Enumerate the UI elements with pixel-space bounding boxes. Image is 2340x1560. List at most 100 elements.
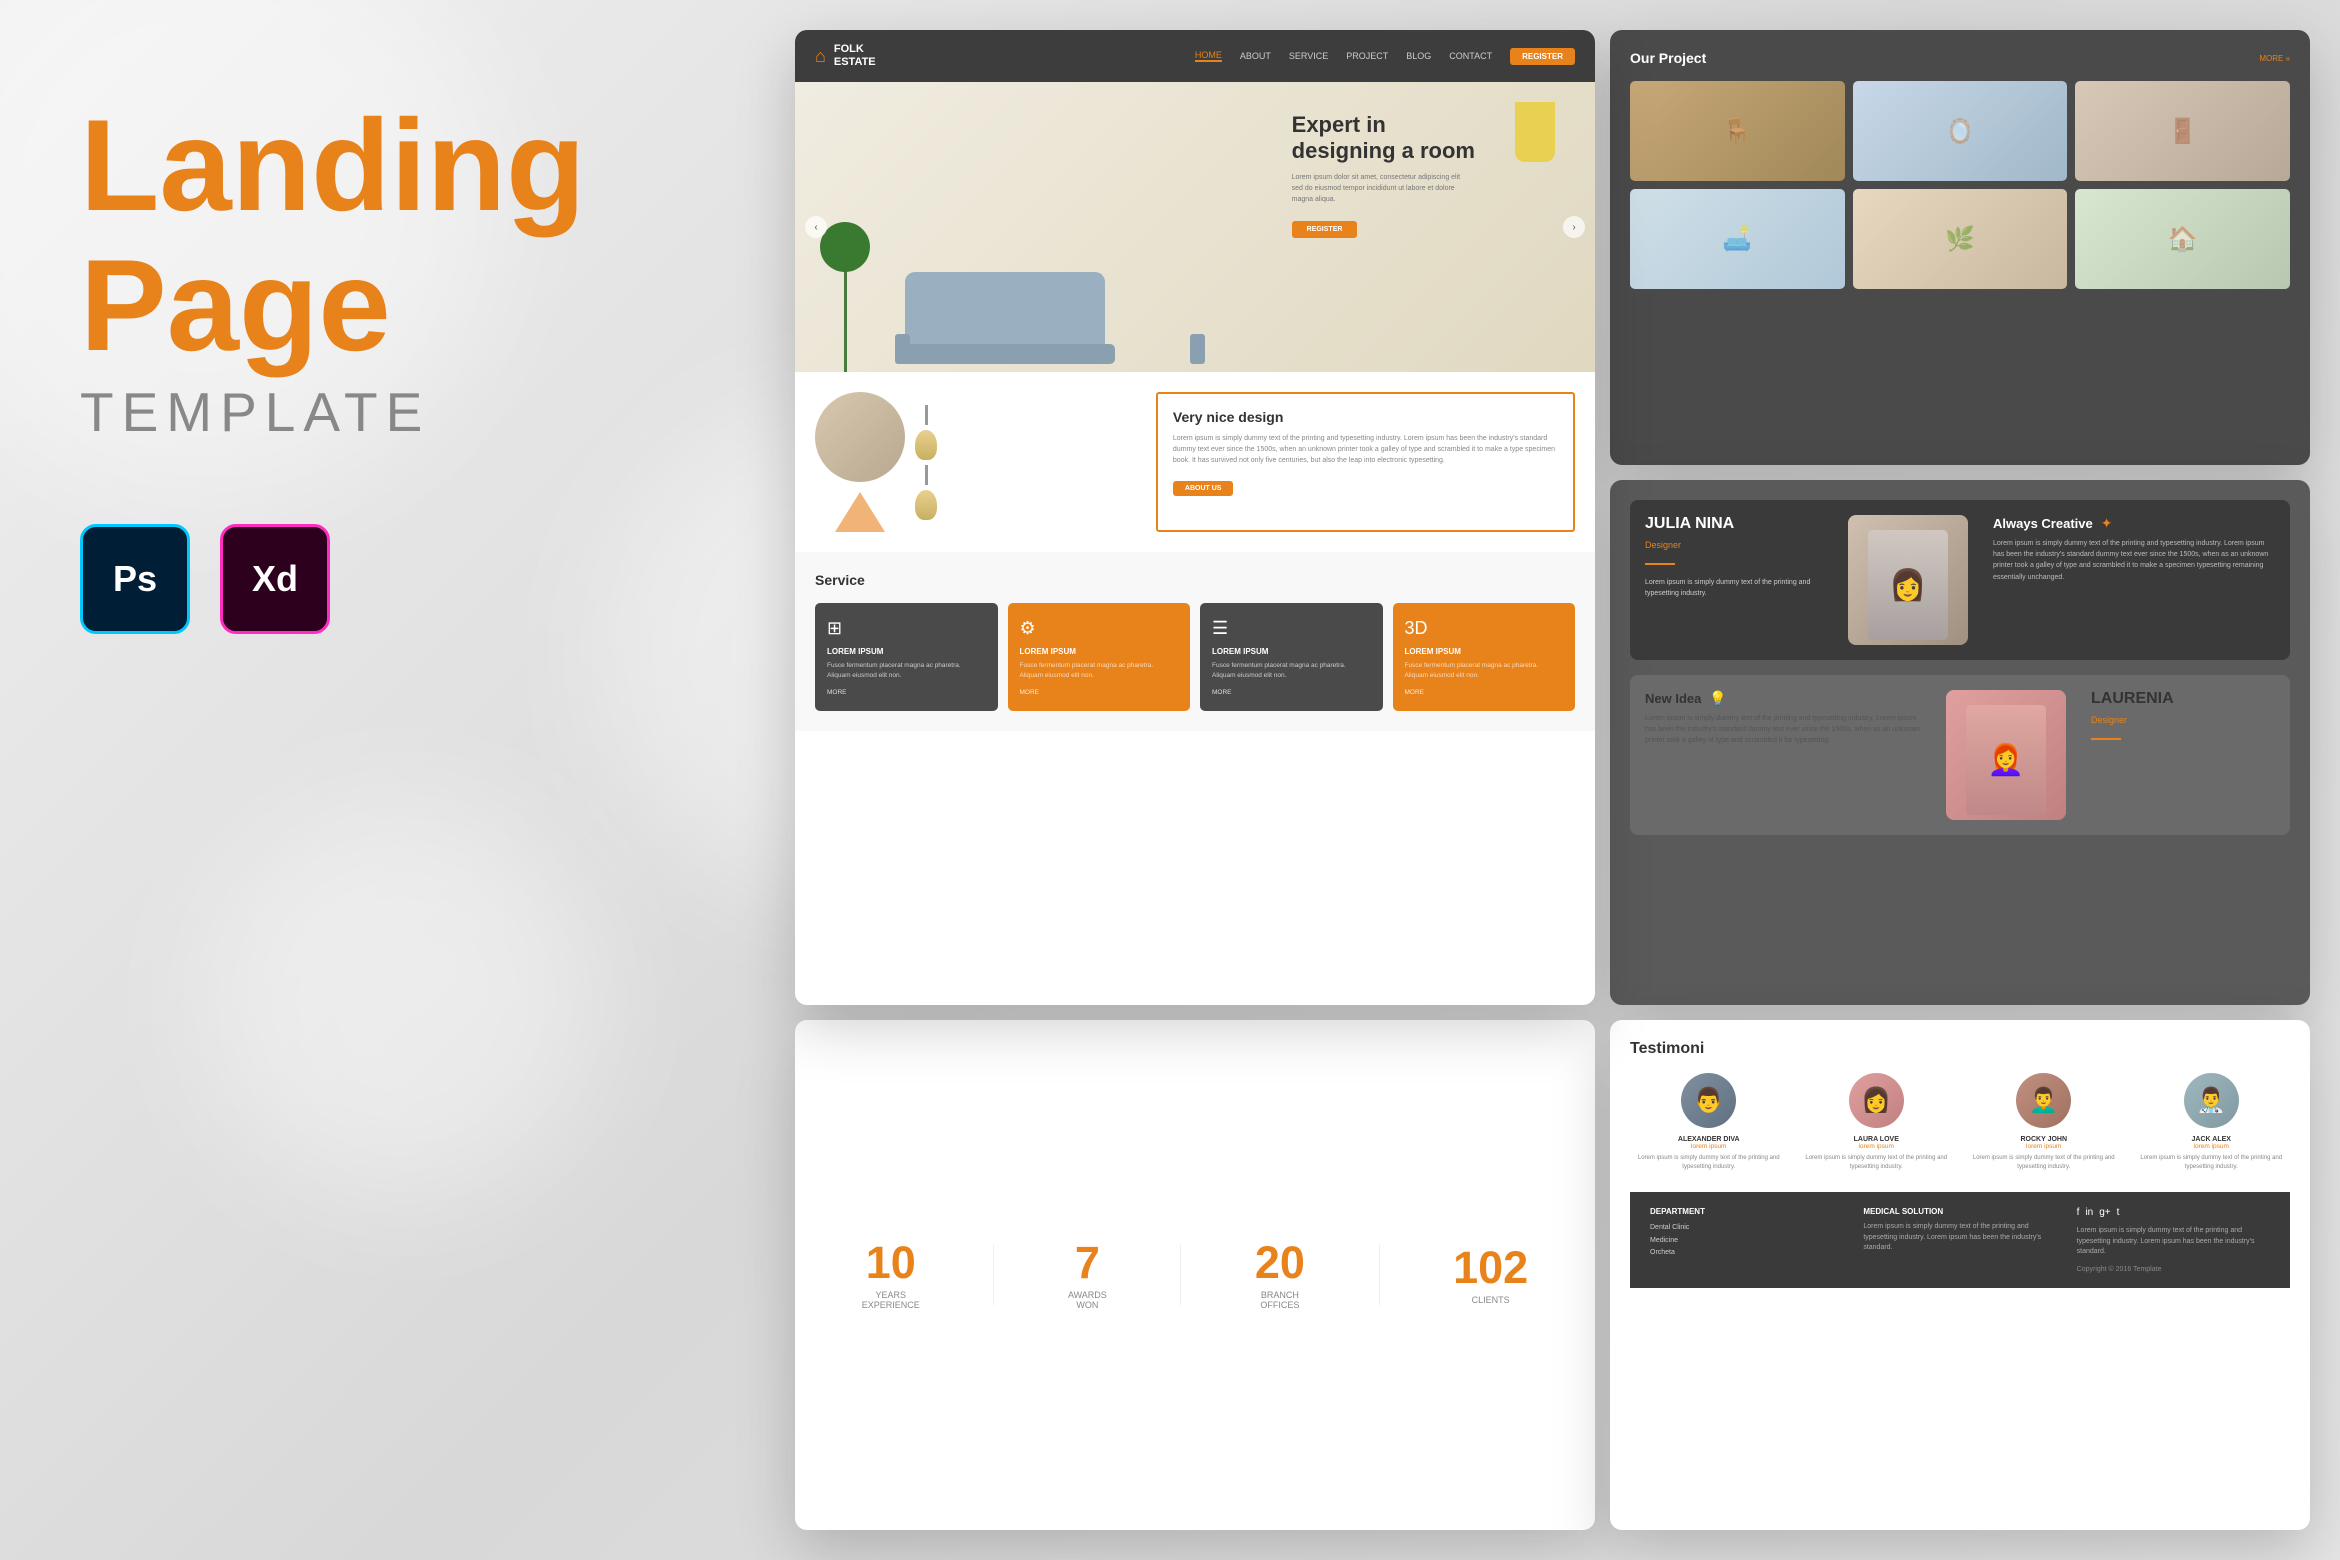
footer-dept-title: DEPARTMENT — [1650, 1207, 1843, 1216]
stat-divider-3 — [1379, 1245, 1380, 1305]
nav-link-home[interactable]: HOME — [1195, 50, 1222, 62]
hero-prev-button[interactable]: ‹ — [805, 216, 827, 238]
stat-experience-label: YearsExperience — [862, 1290, 920, 1310]
website-scroll: Expert indesigning a room Lorem ipsum do… — [795, 82, 1595, 1005]
hero-next-button[interactable]: › — [1563, 216, 1585, 238]
plant-decor — [815, 212, 875, 372]
hero-register-button[interactable]: REGISTER — [1292, 221, 1358, 238]
testimonial-desc-4: Lorem ipsum is simply dummy text of the … — [2133, 1154, 2291, 1172]
nav-register-button[interactable]: REGISTER — [1510, 48, 1575, 65]
testimonial-card-1: 👨 ALEXANDER DIVA lorem ipsum Lorem ipsum… — [1630, 1073, 1788, 1172]
nav-link-service[interactable]: SERVICE — [1289, 51, 1328, 61]
about-us-button[interactable]: ABOUT US — [1173, 481, 1234, 496]
stats-panel: 10 YearsExperience 7 AwardsWon 20 Branch… — [795, 1020, 1595, 1530]
google-icon[interactable]: g+ — [2099, 1207, 2110, 1218]
facebook-icon[interactable]: f — [2077, 1207, 2080, 1218]
service-card-desc-4: Fusce fermentum placerat magna ac pharet… — [1405, 661, 1564, 681]
footer-social-icons: f in g+ t — [2077, 1207, 2270, 1218]
testimonial-card-3: 👨‍🦱 ROCKY JOHN lorem ipsum Lorem ipsum i… — [1965, 1073, 2123, 1172]
laurenia-photo: 👩‍🦰 — [1946, 690, 2066, 820]
projects-more-link[interactable]: MORE » — [2259, 54, 2290, 63]
service-icon-1: ⊞ — [827, 618, 986, 639]
julia-divider — [1645, 563, 1675, 565]
stat-awards-label: AwardsWon — [1068, 1290, 1107, 1310]
main-title-line2: Page — [80, 240, 740, 370]
footer-about-desc: Lorem ipsum is simply dummy text of the … — [2077, 1226, 2270, 1258]
stat-branches-label: BranchOffices — [1255, 1290, 1305, 1310]
stat-clients: 102 Clients — [1453, 1245, 1528, 1305]
service-card-desc-3: Fusce fermentum placerat magna ac pharet… — [1212, 661, 1371, 681]
service-more-2[interactable]: MORE — [1020, 689, 1179, 696]
service-more-3[interactable]: MORE — [1212, 689, 1371, 696]
nav-links: HOME ABOUT SERVICE PROJECT BLOG CONTACT … — [1195, 48, 1575, 65]
footer-dept-link-2[interactable]: Medicine — [1650, 1235, 1843, 1248]
laurenia-about-desc: Lorem ipsum is simply dummy text of the … — [1645, 713, 1921, 747]
service-card-4: 3D LOREM IPSUM Fusce fermentum placerat … — [1393, 603, 1576, 711]
design-circle-img — [815, 392, 905, 482]
stat-awards: 7 AwardsWon — [1068, 1240, 1107, 1310]
nav-logo: ⌂ FOLK ESTATE — [815, 43, 876, 69]
footer-dept-link-1[interactable]: Dental Clinic — [1650, 1222, 1843, 1235]
testimonial-name-2: LAURA LOVE — [1798, 1136, 1956, 1143]
julia-about-desc: Lorem ipsum is simply dummy text of the … — [1993, 538, 2275, 583]
testimonial-desc-2: Lorem ipsum is simply dummy text of the … — [1798, 1154, 1956, 1172]
service-card-2: ⚙ LOREM IPSUM Fusce fermentum placerat m… — [1008, 603, 1191, 711]
stat-divider-2 — [1180, 1245, 1181, 1305]
stat-branches: 20 BranchOffices — [1255, 1240, 1305, 1310]
footer-medical-desc: Lorem ipsum is simply dummy text of the … — [1863, 1222, 2056, 1254]
hero-section: Expert indesigning a room Lorem ipsum do… — [795, 82, 1595, 372]
service-section: Service ⊞ LOREM IPSUM Fusce fermentum pl… — [795, 552, 1595, 731]
footer-dept-link-3[interactable]: Orcheta — [1650, 1247, 1843, 1260]
footer-medical-title: MEDICAL SOLUTION — [1863, 1207, 2056, 1216]
laurenia-idea-title: New Idea — [1645, 691, 1701, 706]
design-title: Very nice design — [1173, 409, 1558, 425]
design-text-box: Very nice design Lorem ipsum is simply d… — [1156, 392, 1575, 532]
footer-section: DEPARTMENT Dental Clinic Medicine Orchet… — [1630, 1192, 2290, 1288]
julia-creative-icon: ✦ — [2101, 515, 2113, 532]
service-more-4[interactable]: MORE — [1405, 689, 1564, 696]
testimonial-name-1: ALEXANDER DIVA — [1630, 1136, 1788, 1143]
nav-logo-icon: ⌂ — [815, 46, 826, 67]
nav-link-blog[interactable]: BLOG — [1406, 51, 1431, 61]
nav-link-project[interactable]: PROJECT — [1346, 51, 1388, 61]
projects-panel: Our Project MORE » 🪑 🪞 🚪 🛋️ 🌿 🏠 — [1610, 30, 2310, 465]
service-icon-4: 3D — [1405, 618, 1564, 639]
service-card-title-2: LOREM IPSUM — [1020, 647, 1179, 656]
stat-experience-number: 10 — [862, 1240, 920, 1285]
team-member-julia: JULIA NINA Designer Lorem ipsum is simpl… — [1630, 500, 2290, 660]
testimonial-card-2: 👩 LAURA LOVE lorem ipsum Lorem ipsum is … — [1798, 1073, 1956, 1172]
photoshop-icon: Ps — [80, 524, 190, 634]
team-panel: JULIA NINA Designer Lorem ipsum is simpl… — [1610, 480, 2310, 1005]
project-img-6: 🏠 — [2075, 189, 2290, 289]
nav-link-about[interactable]: ABOUT — [1240, 51, 1271, 61]
julia-role: Designer — [1645, 540, 1833, 550]
twitter-icon[interactable]: t — [2117, 1207, 2120, 1218]
projects-grid: 🪑 🪞 🚪 🛋️ 🌿 🏠 — [1630, 81, 2290, 289]
testimonial-role-1: lorem ipsum — [1630, 1143, 1788, 1150]
testimonial-avatar-3: 👨‍🦱 — [2016, 1073, 2071, 1128]
sub-title: TEMPLATE — [80, 380, 740, 444]
testimonial-desc-1: Lorem ipsum is simply dummy text of the … — [1630, 1154, 1788, 1172]
linkedin-icon[interactable]: in — [2085, 1207, 2093, 1218]
service-card-desc-1: Fusce fermentum placerat magna ac pharet… — [827, 661, 986, 681]
laurenia-role: Designer — [2091, 715, 2275, 725]
adobexd-icon: Xd — [220, 524, 330, 634]
projects-header: Our Project MORE » — [1630, 50, 2290, 66]
stat-awards-number: 7 — [1068, 1240, 1107, 1285]
service-more-1[interactable]: MORE — [827, 689, 986, 696]
software-icons: Ps Xd — [80, 524, 740, 634]
laurenia-divider — [2091, 738, 2121, 740]
hero-title: Expert indesigning a room — [1292, 112, 1475, 164]
service-title: Service — [815, 572, 1575, 588]
right-area: ⌂ FOLK ESTATE HOME ABOUT SERVICE PROJECT… — [780, 0, 2340, 1560]
testimonial-panel: Testimoni 👨 ALEXANDER DIVA lorem ipsum L… — [1610, 1020, 2310, 1530]
project-img-3: 🚪 — [2075, 81, 2290, 181]
hero-text: Expert indesigning a room Lorem ipsum do… — [1292, 112, 1475, 238]
footer-copyright: Copyright © 2016 Template — [2077, 1266, 2270, 1273]
nav-link-contact[interactable]: CONTACT — [1449, 51, 1492, 61]
project-img-5: 🌿 — [1853, 189, 2068, 289]
julia-name: JULIA NINA — [1645, 515, 1833, 533]
julia-about-title: Always Creative — [1993, 516, 2093, 531]
testimonial-name-3: ROCKY JOHN — [1965, 1136, 2123, 1143]
stat-experience: 10 YearsExperience — [862, 1240, 920, 1310]
